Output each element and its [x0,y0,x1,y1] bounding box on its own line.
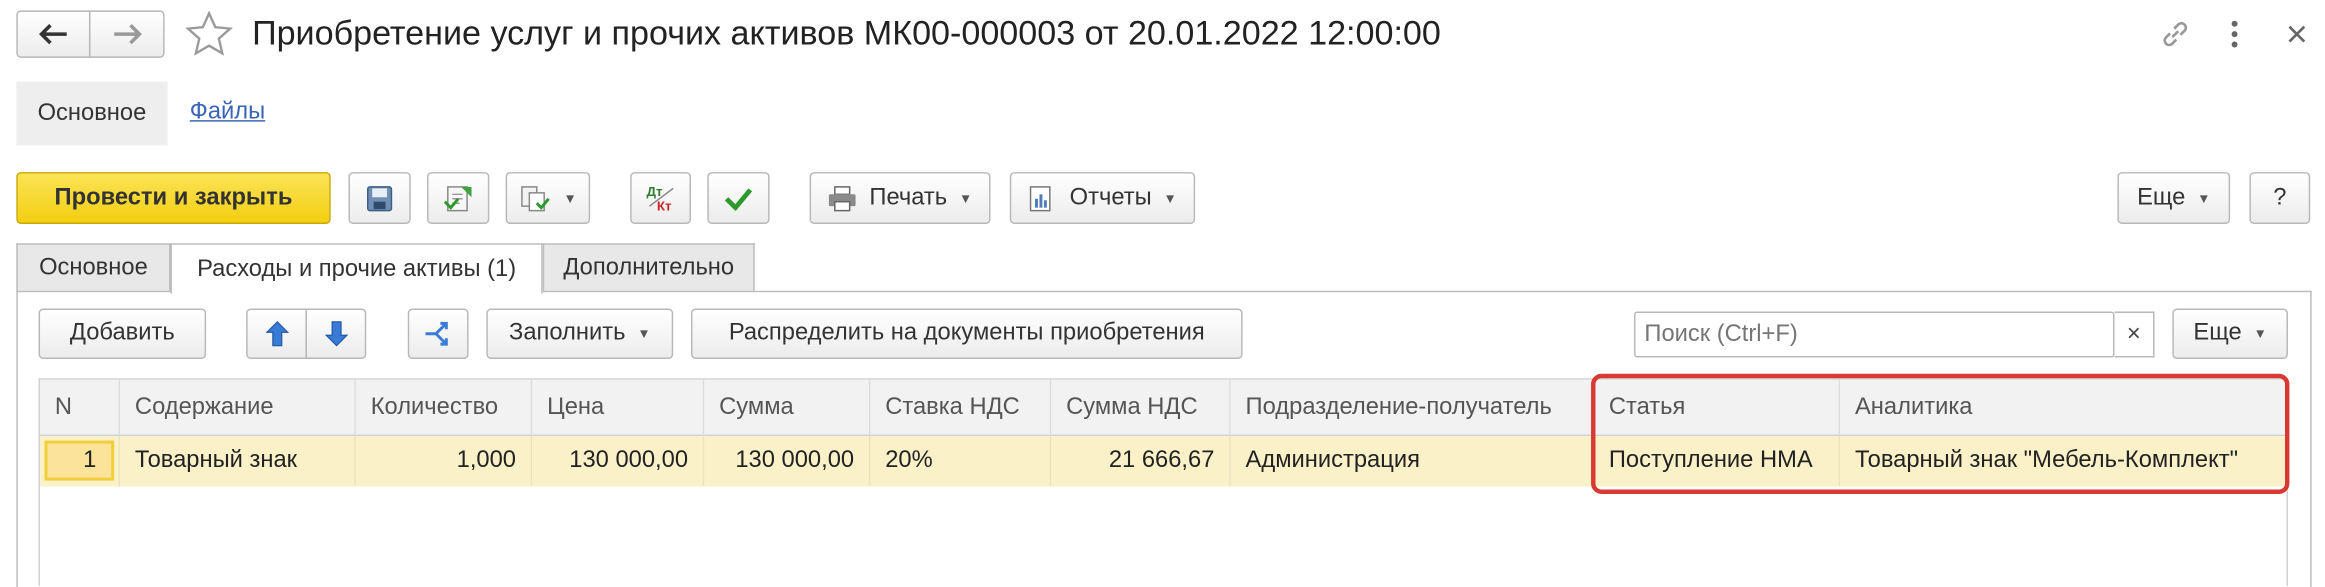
svg-text:Дт: Дт [646,183,662,198]
move-down-button[interactable] [305,308,367,359]
dt-kt-icon: ДтКт [646,183,673,213]
nav-main[interactable]: Основное [16,81,168,146]
print-button[interactable]: Печать ▼ [809,172,991,224]
nav-files-link[interactable]: Файлы [190,99,265,126]
table-cell-sum[interactable]: 130 000,00 [704,436,871,487]
post-document-icon [443,185,472,211]
nav-files-label: Файлы [189,99,266,125]
tab-additional-label: Дополнительно [563,255,735,281]
reports-icon [1030,185,1052,211]
checkmark-icon [724,187,753,210]
tab-expenses[interactable]: Расходы и прочие активы (1) [170,243,543,294]
split-arrows-icon [424,321,448,346]
tab-additional[interactable]: Дополнительно [542,243,755,293]
post-and-close-button[interactable]: Провести и закрыть [16,172,331,224]
forward-button[interactable] [88,10,165,58]
tab-main[interactable]: Основное [16,243,171,293]
chevron-down-icon: ▼ [2197,190,2211,206]
chevron-down-icon: ▼ [959,190,973,206]
add-button[interactable]: Добавить [38,308,207,359]
column-header-recipient-department[interactable]: Подразделение-получатель [1230,379,1595,437]
check-button[interactable] [707,172,770,224]
back-button[interactable] [16,10,91,58]
search-clear-button[interactable]: × [2114,311,2155,358]
annotation-highlight-box [1591,373,2290,494]
chevron-down-icon: ▼ [2253,326,2267,342]
distribute-label: Распределить на документы приобретения [728,320,1205,346]
reports-label: Отчеты [1069,184,1152,210]
table-cell-vat-rate[interactable]: 20% [870,436,1052,487]
chevron-down-icon: ▼ [563,190,577,206]
post-button[interactable] [427,172,490,224]
column-header-vat-rate[interactable]: Ставка НДС [870,379,1052,437]
table-more-label: Еще [2193,320,2242,346]
more-vertical-icon[interactable] [2220,16,2250,52]
tab-main-label: Основное [39,255,148,281]
row-number: 1 [44,440,115,481]
table-cell-vat-sum[interactable]: 21 666,67 [1051,436,1231,487]
table-cell-price[interactable]: 130 000,00 [532,436,705,487]
favorite-star-icon[interactable] [185,10,233,57]
help-button[interactable]: ? [2249,172,2311,224]
chevron-down-icon: ▼ [1163,190,1177,206]
reports-button[interactable]: Отчеты ▼ [1009,172,1196,224]
distribute-button[interactable]: Распределить на документы приобретения [690,308,1243,359]
nav-main-label: Основное [37,100,147,126]
chevron-down-icon: ▼ [637,326,651,342]
create-based-on-button[interactable]: ▼ [505,172,591,224]
fill-button[interactable]: Заполнить ▼ [486,308,674,359]
help-label: ? [2273,184,2287,210]
table-cell-quantity[interactable]: 1,000 [355,436,533,487]
column-header-sum[interactable]: Сумма [704,379,871,437]
clear-icon: × [2126,321,2141,347]
add-label: Добавить [69,320,175,346]
more-button[interactable]: Еще ▼ [2117,172,2231,224]
search-input[interactable] [1634,311,2115,358]
fill-label: Заполнить [508,320,626,346]
table-more-button[interactable]: Еще ▼ [2172,308,2288,359]
arrow-right-icon [113,23,142,45]
printer-icon [829,185,857,211]
link-icon[interactable] [2157,16,2193,52]
table-row-number-cell[interactable]: 1 [40,436,121,487]
create-based-on-icon [521,185,550,211]
page-title: Приобретение услуг и прочих активов МК00… [252,13,1441,52]
column-header-n[interactable]: N [40,379,121,437]
post-and-close-label: Провести и закрыть [54,184,293,210]
save-button[interactable] [348,172,411,224]
column-header-quantity[interactable]: Количество [355,379,533,437]
move-up-button[interactable] [246,308,307,359]
print-label: Печать [869,184,948,210]
svg-text:Кт: Кт [656,198,671,213]
arrow-down-icon [324,321,348,347]
arrow-up-icon [264,321,289,347]
tab-expenses-label: Расходы и прочие активы (1) [197,255,517,282]
column-header-content[interactable]: Содержание [120,379,356,437]
column-header-price[interactable]: Цена [532,379,705,437]
arrow-left-icon [39,23,67,45]
dt-kt-button[interactable]: Дт Кт [630,172,691,224]
close-icon[interactable] [2281,16,2314,52]
distribute-icon-button[interactable] [407,308,469,359]
table-cell-content[interactable]: Товарный знак [120,436,356,487]
save-icon [366,185,393,211]
table-cell-recipient-department[interactable]: Администрация [1230,436,1595,487]
more-label: Еще [2137,184,2186,210]
column-header-vat-sum[interactable]: Сумма НДС [1051,379,1231,437]
